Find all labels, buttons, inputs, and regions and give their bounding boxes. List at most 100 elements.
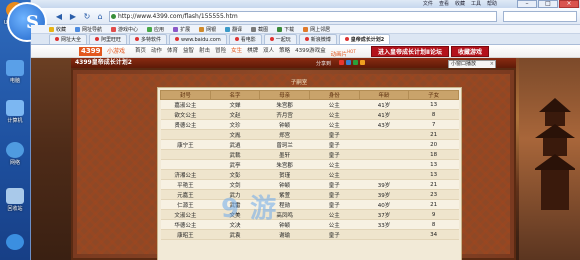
favorite-game-button[interactable]: 收藏游戏 — [451, 46, 490, 57]
site-nav-link[interactable]: 动画片HOT — [331, 45, 356, 58]
table-cell — [359, 139, 409, 150]
table-cell — [160, 149, 211, 160]
menu-tools[interactable]: 工具 — [471, 0, 481, 8]
table-row[interactable]: 文胤 郑宫 皇子 21 — [160, 129, 459, 140]
table-row[interactable]: 华德公主 文决 钟颖 公主 33岁 8 — [160, 219, 459, 230]
bookmark-item[interactable]: 游戏中心 — [111, 26, 138, 33]
bookmark-label: 翻译 — [232, 26, 243, 33]
maximize-button[interactable]: □ — [538, 0, 558, 8]
tab-item[interactable]: 网址大全 — [49, 34, 88, 44]
tab-item[interactable]: www.baidu.com — [169, 34, 227, 44]
bookmark-item[interactable]: 应用 — [147, 26, 164, 33]
tab-label: www.baidu.com — [181, 37, 221, 43]
table-cell: 公主 — [309, 209, 360, 220]
weibo-share-icon[interactable] — [339, 60, 344, 65]
table-cell: 40岁 — [359, 199, 409, 210]
tab-item[interactable]: 新浪微博 — [298, 34, 337, 44]
table-row[interactable]: 康昭王 武袁 谢瑜 皇子 34 — [160, 229, 459, 240]
tab-item[interactable]: 一起玩 — [263, 34, 297, 44]
site-nav-link[interactable]: 体育 — [167, 45, 178, 58]
table-cell: 文珍 — [210, 119, 260, 130]
table-row[interactable]: 元嘉王 武力 紫萱 皇子 39岁 23 — [160, 189, 459, 200]
table-row[interactable]: 武裁 墨轩 皇子 18 — [160, 149, 459, 160]
bookmark-label: 截图 — [258, 26, 269, 33]
site-nav-link[interactable]: 4399游戏盒 — [295, 45, 326, 58]
bookmark-item[interactable]: 下载 — [277, 26, 294, 33]
tab-item-active[interactable]: 皇帝成长计划2 — [338, 34, 391, 44]
table-cell — [359, 149, 409, 160]
table-row[interactable]: 仁源王 武雷 程勋 皇子 40岁 21 — [160, 199, 459, 210]
desktop-icon-my-computer[interactable]: 计算机 — [2, 100, 28, 124]
bookmark-item[interactable]: 网址导航 — [75, 26, 102, 33]
bookmark-item[interactable]: 翻译 — [225, 26, 242, 33]
ie-icon — [6, 234, 24, 250]
renren-share-icon[interactable] — [353, 60, 358, 65]
site-nav-link[interactable]: 射击 — [199, 45, 210, 58]
table-cell: 曾珂兰 — [259, 139, 310, 150]
monitor-icon — [6, 100, 24, 116]
table-row[interactable]: 欲文公主 文赵 齐月宫 公主 41岁 8 — [160, 109, 459, 120]
table-row[interactable]: 文淑公主 文美 高凤鸣 公主 37岁 9 — [160, 209, 459, 220]
tab-label: 看电影 — [240, 37, 256, 43]
table-row[interactable]: 嘉淑公主 文婵 朱宫郡 公主 41岁 13 — [160, 99, 459, 110]
table-row[interactable]: 贤德公主 文珍 钟颖 公主 43岁 7 — [160, 119, 459, 130]
table-cell: 公主 — [309, 159, 360, 170]
table-cell: 文淑公主 — [160, 209, 211, 220]
site-nav-link[interactable]: 益智 — [183, 45, 194, 58]
table-cell: 贺瑾 — [259, 169, 310, 180]
table-row[interactable]: 济湘公主 文彭 贺瑾 公主 13 — [160, 169, 459, 180]
site-logo-text[interactable]: 小游戏 — [107, 47, 125, 56]
qzone-share-icon[interactable] — [360, 60, 365, 65]
site-nav-link[interactable]: 双人 — [263, 45, 274, 58]
forum-button[interactable]: 进入皇帝成长计划Ⅱ论坛 — [371, 46, 449, 57]
bookmark-label: 网址导航 — [82, 26, 103, 33]
table-row[interactable]: 平艳王 文剑 钟颖 皇子 39岁 21 — [160, 179, 459, 190]
qq-share-icon[interactable] — [346, 60, 351, 65]
site-nav-link[interactable]: 首页 — [135, 45, 146, 58]
home-button[interactable]: ⌂ — [94, 11, 106, 22]
refresh-button[interactable]: ↻ — [81, 11, 93, 22]
desktop-icon-computer[interactable]: 电脑 — [2, 60, 28, 84]
site-nav-link[interactable]: 动作 — [151, 45, 162, 58]
bookmark-item[interactable]: 收藏 — [49, 26, 66, 33]
bookmark-item[interactable]: 网银 — [199, 26, 216, 33]
table-cell: 8 — [408, 219, 459, 230]
bookmark-item[interactable]: 网上邻居 — [303, 26, 330, 33]
site-nav-link[interactable]: 女生 — [231, 45, 242, 58]
bookmark-item[interactable]: 扩展 — [173, 26, 190, 33]
table-cell: 23 — [408, 189, 459, 200]
tab-favicon-icon — [95, 37, 100, 41]
column-header-mother: 母亲 — [259, 90, 310, 100]
site-logo[interactable]: 4399 — [79, 47, 103, 56]
site-nav-link[interactable]: 冒险 — [215, 45, 226, 58]
forward-button[interactable]: ▶ — [67, 11, 79, 22]
desktop-icon-network[interactable]: 网络 — [2, 142, 28, 166]
bookmark-icon — [75, 26, 81, 32]
tab-favicon-icon — [135, 37, 140, 41]
menu-view[interactable]: 查看 — [439, 0, 449, 8]
address-bar[interactable]: http://www.4399.com/flash/155555.htm — [109, 11, 497, 22]
back-button[interactable]: ◀ — [53, 11, 65, 22]
desktop-icon-recycle-bin[interactable]: 回收站 — [2, 188, 28, 212]
table-cell: 武裁 — [210, 149, 260, 160]
site-nav-link[interactable]: 棋牌 — [247, 45, 258, 58]
site-nav-link[interactable]: 策略 — [279, 45, 290, 58]
close-button[interactable]: × — [559, 0, 579, 8]
table-row[interactable]: 武亭 朱宫郡 公主 13 — [160, 159, 459, 170]
watermark: 9 游 — [221, 194, 278, 224]
search-input[interactable] — [503, 11, 577, 22]
menu-help[interactable]: 帮助 — [487, 0, 497, 8]
menu-file[interactable]: 文件 — [423, 0, 433, 8]
tab-item[interactable]: 阿里旺旺 — [89, 34, 128, 44]
desktop-icon-ie[interactable] — [2, 234, 28, 251]
close-icon[interactable]: × — [490, 61, 494, 68]
bookmark-item[interactable]: 截图 — [251, 26, 268, 33]
bookmark-icon — [147, 26, 153, 32]
page-content: 4399 小游戏 首页 动作 体育 益智 射击 冒险 女生 棋牌 双人 策略 4… — [31, 45, 580, 260]
desktop-icon-label: 网络 — [9, 160, 20, 166]
minimize-button[interactable]: – — [517, 0, 537, 8]
tab-item[interactable]: 多特软件 — [129, 34, 168, 44]
menu-favorites[interactable]: 收藏 — [455, 0, 465, 8]
table-row[interactable]: 康宁王 武逍 曾珂兰 皇子 20 — [160, 139, 459, 150]
tab-item[interactable]: 看电影 — [228, 34, 262, 44]
